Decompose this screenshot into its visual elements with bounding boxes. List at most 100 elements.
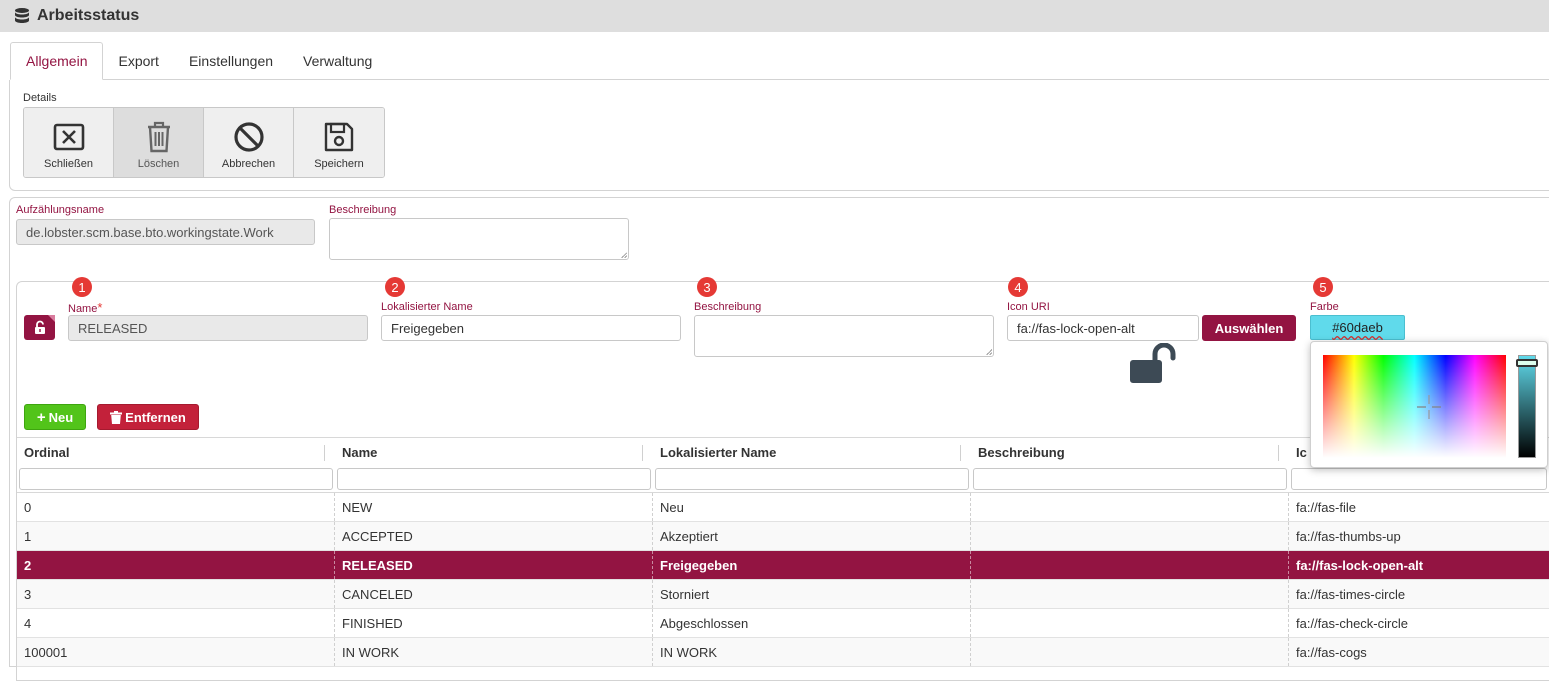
enum-description-textarea[interactable] — [329, 218, 629, 260]
cell-name: NEW — [335, 493, 653, 521]
tab-verwaltung[interactable]: Verwaltung — [288, 42, 387, 80]
cell-ordinal: 4 — [17, 609, 335, 637]
enum-name-field[interactable]: de.lobster.scm.base.bto.workingstate.Wor… — [16, 219, 315, 245]
cancel-button[interactable]: Abbrechen — [204, 108, 294, 177]
color-label: Farbe — [1310, 301, 1339, 313]
plus-icon: + — [36, 408, 46, 426]
remove-row-button[interactable]: Entfernen — [97, 404, 199, 430]
trash-icon — [110, 410, 123, 424]
select-icon-button[interactable]: Auswählen — [1202, 315, 1296, 341]
table-row[interactable]: 2 RELEASED Freigegeben fa://fas-lock-open-a… — [17, 551, 1549, 580]
close-box-icon — [53, 123, 84, 151]
delete-button-label: Löschen — [137, 158, 180, 170]
save-button-label: Speichern — [314, 158, 364, 170]
database-icon — [15, 8, 29, 23]
details-toolbar: Schließen Löschen Abbrechen Speichern — [23, 107, 385, 178]
localized-name-field[interactable]: Freigegeben — [381, 315, 681, 341]
table-row[interactable]: 3 CANCELED Storniert fa://fas-times-circle — [17, 580, 1549, 609]
cell-icon-uri: fa://fas-times-circle — [1296, 586, 1406, 602]
slider-handle[interactable] — [1516, 359, 1538, 367]
tab-export[interactable]: Export — [103, 42, 173, 80]
entry-description-label: Beschreibung — [694, 301, 762, 313]
cell-name: CANCELED — [335, 580, 653, 608]
ban-icon — [233, 122, 264, 152]
cell-icon-uri: fa://fas-cogs — [1296, 644, 1367, 660]
cell-description — [971, 493, 1289, 521]
save-button[interactable]: Speichern — [294, 108, 384, 177]
filter-input-icon-uri[interactable] — [1291, 468, 1547, 490]
entry-description-textarea[interactable] — [694, 315, 994, 357]
details-label: Details — [23, 92, 57, 104]
filter-input-name[interactable] — [337, 468, 651, 490]
enum-name-label: Aufzählungsname — [16, 204, 105, 216]
required-marker: * — [97, 300, 103, 315]
localized-name-label: Lokalisierter Name — [381, 301, 473, 313]
step-badge-2: 2 — [385, 277, 405, 297]
table-row[interactable]: 100001 IN WORK IN WORK fa://fas-cogs — [17, 638, 1549, 667]
enum-description-label: Beschreibung — [329, 204, 397, 216]
table-row[interactable]: 4 FINISHED Abgeschlossen fa://fas-check-cir… — [17, 609, 1549, 638]
color-brightness-slider[interactable] — [1518, 355, 1536, 458]
lock-open-icon — [1130, 343, 1176, 383]
delete-button[interactable]: Löschen — [114, 108, 204, 177]
save-icon — [324, 122, 354, 152]
cell-ordinal: 100001 — [17, 638, 335, 666]
cell-icon-uri: fa://fas-check-circle — [1296, 615, 1408, 631]
color-saturation-area[interactable] — [1323, 355, 1506, 458]
tab-bar: Allgemein Export Einstellungen Verwaltun… — [10, 42, 387, 80]
cell-description — [971, 551, 1289, 579]
entries-table: Ordinal Name Lokalisierter Name Beschrei… — [17, 437, 1549, 667]
column-header-description[interactable]: Beschreibung — [971, 438, 1289, 467]
color-field[interactable]: #60daeb — [1310, 315, 1405, 340]
cell-ordinal: 1 — [17, 522, 335, 550]
close-button[interactable]: Schließen — [24, 108, 114, 177]
table-row[interactable]: 1 ACCEPTED Akzeptiert fa://fas-thumbs-up — [17, 522, 1549, 551]
add-row-label: Neu — [48, 409, 74, 425]
tab-einstellungen[interactable]: Einstellungen — [174, 42, 288, 80]
cell-icon-uri: fa://fas-file — [1296, 499, 1356, 515]
filter-input-description[interactable] — [973, 468, 1287, 490]
column-header-localized-name[interactable]: Lokalisierter Name — [653, 438, 971, 467]
cell-localized-name: IN WORK — [653, 638, 971, 666]
table-row[interactable]: 0 NEW Neu fa://fas-file — [17, 493, 1549, 522]
cell-name: FINISHED — [335, 609, 653, 637]
trash-icon — [147, 121, 170, 153]
cell-localized-name: Freigegeben — [653, 551, 971, 579]
filter-row — [17, 467, 1549, 493]
page-title: Arbeitsstatus — [37, 7, 140, 24]
cell-description — [971, 609, 1289, 637]
name-label: Name* — [68, 300, 102, 315]
close-button-label: Schließen — [44, 158, 93, 170]
tab-allgemein[interactable]: Allgemein — [10, 42, 104, 80]
column-header-ordinal[interactable]: Ordinal — [17, 438, 335, 467]
step-badge-1: 1 — [72, 277, 92, 297]
icon-uri-field[interactable]: fa://fas-lock-open-alt — [1007, 315, 1199, 341]
step-badge-3: 3 — [697, 277, 717, 297]
remove-row-label: Entfernen — [125, 409, 186, 425]
unlock-icon — [34, 320, 45, 334]
cell-description — [971, 522, 1289, 550]
add-row-button[interactable]: + Neu — [24, 404, 86, 430]
icon-uri-label: Icon URI — [1007, 301, 1050, 313]
table-body: 0 NEW Neu fa://fas-file 1 ACCEPTED Akzeptiert f… — [17, 493, 1549, 667]
filter-input-localized-name[interactable] — [655, 468, 969, 490]
cancel-button-label: Abbrechen — [221, 158, 276, 170]
filter-input-ordinal[interactable] — [19, 468, 333, 490]
name-field[interactable]: RELEASED — [68, 315, 368, 341]
step-badge-4: 4 — [1008, 277, 1028, 297]
cell-name: RELEASED — [335, 551, 653, 579]
cell-description — [971, 638, 1289, 666]
cell-icon-uri: fa://fas-thumbs-up — [1296, 528, 1401, 544]
cell-localized-name: Akzeptiert — [653, 522, 971, 550]
color-picker-popup — [1310, 341, 1548, 468]
cell-ordinal: 0 — [17, 493, 335, 521]
cell-icon-uri: fa://fas-lock-open-alt — [1296, 557, 1424, 573]
column-header-name[interactable]: Name — [335, 438, 653, 467]
lock-toggle-button[interactable] — [24, 315, 55, 340]
cell-localized-name: Storniert — [653, 580, 971, 608]
cell-ordinal: 3 — [17, 580, 335, 608]
step-badge-5: 5 — [1313, 277, 1333, 297]
cell-name: IN WORK — [335, 638, 653, 666]
cell-localized-name: Neu — [653, 493, 971, 521]
color-value: #60daeb — [1332, 320, 1383, 335]
